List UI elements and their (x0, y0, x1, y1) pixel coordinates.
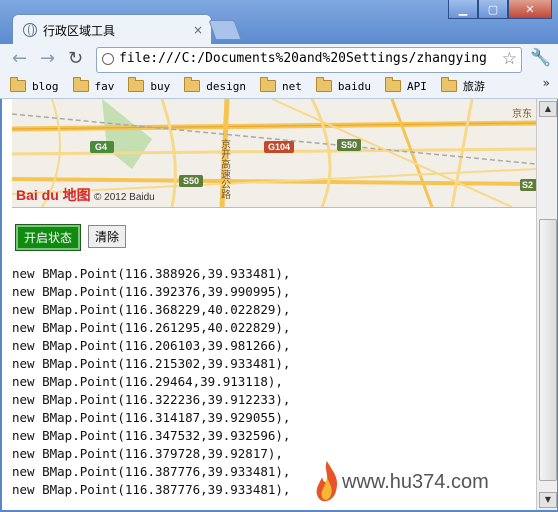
folder-icon (385, 77, 401, 92)
bookmark-star-icon[interactable]: ☆ (499, 49, 517, 69)
folder-icon (10, 77, 26, 92)
points-output: new BMap.Point(116.388926,39.933481), ne… (12, 265, 290, 499)
bookmark-folder[interactable]: buy (128, 77, 170, 93)
road-shield: S2 (520, 179, 536, 191)
svg-text:S50: S50 (341, 140, 357, 150)
point-line: new BMap.Point(116.388926,39.933481), (12, 266, 291, 281)
point-line: new BMap.Point(116.392376,39.990995), (12, 284, 291, 299)
minimize-button[interactable]: ▁ (448, 0, 478, 19)
folder-icon (184, 77, 201, 92)
tab-close-icon[interactable]: × (193, 23, 203, 37)
tab-active[interactable]: 行政区域工具 × (12, 14, 212, 45)
folder-icon (260, 77, 276, 92)
point-line: new BMap.Point(116.206103,39.981266), (12, 338, 291, 353)
page-icon (102, 53, 114, 65)
bookmark-folder[interactable]: API (385, 77, 427, 93)
point-line: new BMap.Point(116.314187,39.929055), (12, 410, 291, 425)
svg-text:G104: G104 (268, 142, 290, 152)
forward-icon[interactable]: → (40, 49, 55, 69)
bookmark-folder[interactable]: design (184, 77, 246, 93)
window-controls: ▁ ▢ ✕ (448, 0, 552, 19)
scroll-down-arrow-icon[interactable]: ▼ (539, 492, 557, 508)
scroll-up-arrow-icon[interactable]: ▲ (539, 101, 557, 117)
url-text[interactable]: file:///C:/Documents%20and%20Settings/zh… (119, 51, 487, 66)
address-bar[interactable]: file:///C:/Documents%20and%20Settings/zh… (96, 47, 522, 73)
point-line: new BMap.Point(116.387776,39.933481), (12, 464, 291, 479)
baidu-logo-text: Bai du 地图 (16, 187, 91, 203)
point-line: new BMap.Point(116.215302,39.933481), (12, 356, 291, 371)
bookmarks-overflow-icon[interactable]: » (543, 76, 550, 90)
tab-title: 行政区域工具 (43, 23, 116, 38)
svg-text:G4: G4 (95, 142, 107, 152)
svg-text:S50: S50 (183, 176, 199, 186)
bookmark-folder[interactable]: net (260, 77, 302, 93)
bookmark-folder[interactable]: fav (72, 77, 114, 93)
road-shield: G104 (264, 141, 294, 153)
bookmark-folder[interactable]: 旅游 (440, 77, 485, 94)
point-line: new BMap.Point(116.368229,40.022829), (12, 302, 291, 317)
start-status-button[interactable]: 开启状态 (14, 224, 82, 251)
road-shield: G4 (90, 141, 114, 153)
vertical-scrollbar[interactable]: ▲ ▼ (536, 99, 557, 510)
clear-button[interactable]: 清除 (88, 225, 127, 248)
folder-icon (128, 77, 145, 92)
new-tab-button[interactable] (208, 20, 242, 40)
back-icon[interactable]: ← (12, 49, 27, 69)
point-line: new BMap.Point(116.347532,39.932596), (12, 428, 291, 443)
bookmark-folder[interactable]: blog (10, 77, 59, 93)
close-button[interactable]: ✕ (508, 0, 552, 19)
folder-icon (72, 77, 89, 92)
flame-watermark-icon (316, 461, 338, 502)
map-copyright: © 2012 Baidu (94, 192, 155, 203)
bookmarks-bar: blog fav buy design net baidu API 旅游 » (0, 74, 558, 99)
road-shield: S50 (337, 139, 361, 151)
baidu-logo: Bai du 地图 (16, 187, 91, 203)
road-shield: S50 (179, 175, 203, 187)
scroll-thumb[interactable] (539, 219, 557, 481)
map-canvas[interactable]: G4 G104 S50 S50 S2 京开高速公路 京东 Bai du 地图 ©… (12, 99, 536, 207)
page-content: G4 G104 S50 S50 S2 京开高速公路 京东 Bai du 地图 ©… (2, 99, 536, 510)
place-label: 京开高速公路 (219, 138, 231, 200)
folder-icon (440, 77, 457, 92)
svg-text:S2: S2 (522, 180, 533, 190)
point-line: new BMap.Point(116.322236,39.912233), (12, 392, 291, 407)
globe-icon (23, 23, 37, 37)
maximize-button[interactable]: ▢ (478, 0, 508, 19)
reload-icon[interactable]: ↻ (68, 49, 83, 69)
watermark-text: www.hu374.com (342, 471, 489, 493)
point-line: new BMap.Point(116.379728,39.92817), (12, 446, 283, 461)
point-line: new BMap.Point(116.261295,40.022829), (12, 320, 291, 335)
point-line: new BMap.Point(116.387776,39.933481), (12, 482, 291, 497)
wrench-icon[interactable]: 🔧 (530, 48, 551, 68)
point-line: new BMap.Point(116.29464,39.913118), (12, 374, 283, 389)
title-bar: ▁ ▢ ✕ 行政区域工具 × (0, 0, 558, 45)
bookmark-folder[interactable]: baidu (315, 77, 371, 93)
place-label: 京东 (512, 107, 532, 120)
folder-icon (315, 77, 332, 92)
baidu-map[interactable]: G4 G104 S50 S50 S2 京开高速公路 京东 Bai du 地图 ©… (12, 99, 536, 208)
